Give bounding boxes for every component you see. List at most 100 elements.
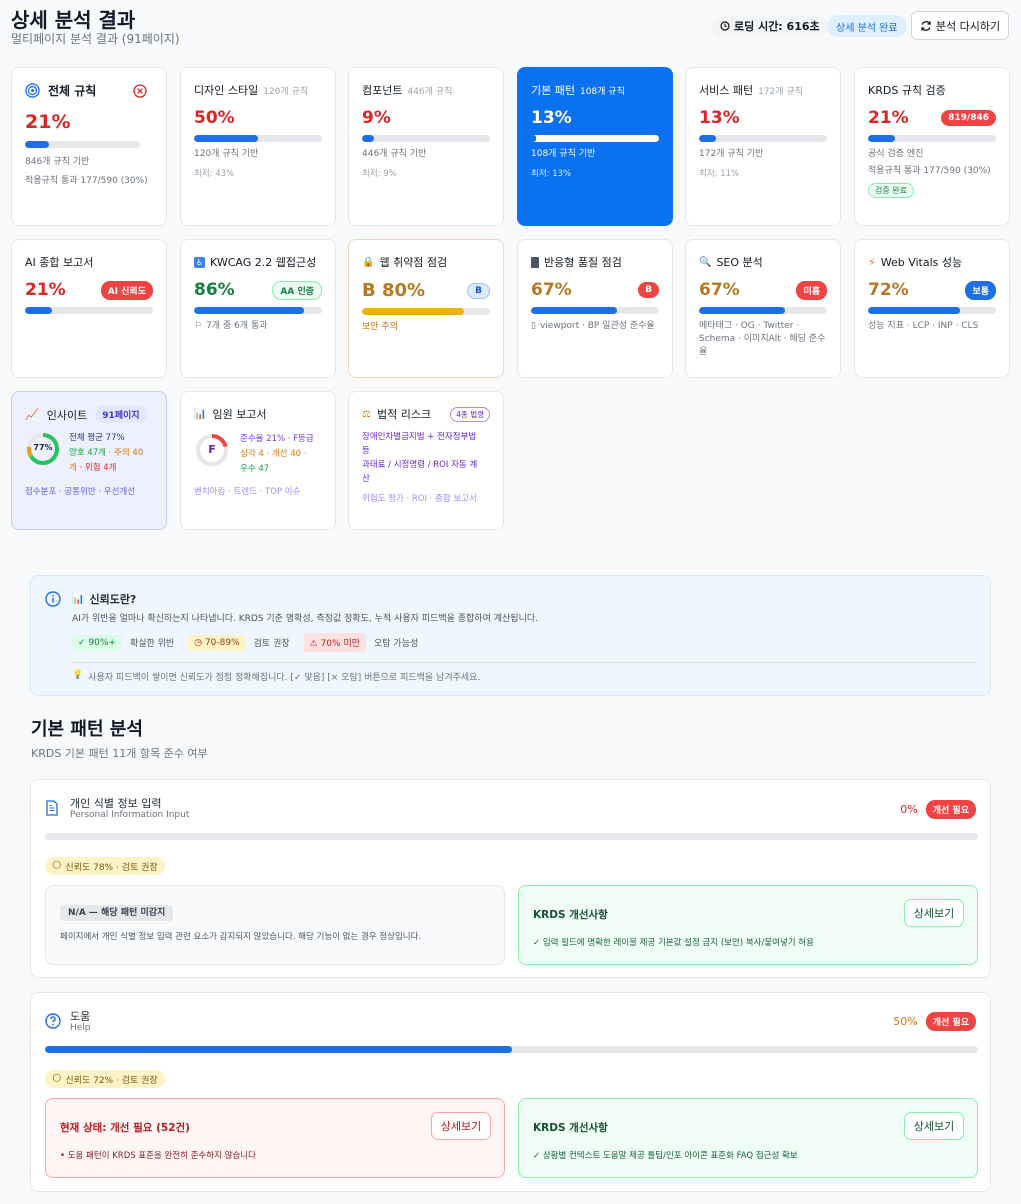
legal-line-1: 장애인차별금지법 + 전자정부법: [362, 432, 477, 442]
aa-badge: AA 인증: [272, 280, 322, 300]
card-title: 임원 보고서: [212, 408, 267, 421]
card-sub: 메타태그 · OG · Twitter · Schema · 이미지Alt · …: [699, 321, 826, 357]
card-percent: 21%: [25, 280, 66, 300]
krds-items: ✓ 입력 필드에 명확한 레이블 제공 기본값 설정 금지 (보안) 복사/붙여…: [533, 938, 814, 948]
card-meta: 최저: 13%: [531, 169, 572, 179]
card-web-vitals[interactable]: ⚡ Web Vitals 성능 72% 보통 성능 지표 · LCP · INP …: [854, 239, 1010, 378]
na-label: N/A — 해당 패턴 미감지: [60, 905, 174, 921]
current-status-box: 현재 상태: 개선 필요 (52건) • 도움 패턴이 KRDS 표준을 완전히…: [45, 1098, 505, 1178]
card-legal-risk[interactable]: ⚖ 법적 리스크 4종 법령 장애인차별금지법 + 전자정부법 등 과태료 / 시…: [348, 391, 504, 530]
na-box: N/A — 해당 패턴 미감지 페이지에서 개인 식별 정보 입력 관련 요소가…: [45, 885, 505, 965]
card-title: 컴포넌트: [362, 84, 403, 97]
detail-button[interactable]: 상세보기: [904, 1112, 964, 1140]
card-title: AI 종합 보고서: [25, 256, 94, 269]
reanalyze-button[interactable]: 분석 다시하기: [911, 11, 1009, 40]
card-count: 446개 규칙: [407, 86, 453, 97]
page-subtitle: 멀티페이지 분석 결과 (91페이지): [11, 32, 180, 46]
help-icon: [45, 1013, 61, 1029]
insight-good: 양호 47개: [69, 448, 106, 458]
accessibility-icon: ♿: [194, 256, 205, 268]
legend-mid: ◷ 70-89%: [188, 634, 246, 651]
progress-bar: [868, 307, 996, 314]
legal-line-2: 등: [362, 446, 370, 456]
card-percent: 13%: [531, 108, 572, 128]
card-insight[interactable]: 📈 인사이트 91페이지 77% 전체 평균 77% 양호 47개 · 주의 4…: [11, 391, 167, 530]
improve-badge: 개선 필요: [925, 1012, 976, 1031]
card-title: KWCAG 2.2 웹접근성: [210, 256, 317, 269]
insight-warn-unit: 개: [69, 463, 77, 473]
insight-danger: · 위험 4개: [76, 463, 117, 473]
pattern-percent: 50%: [893, 1015, 918, 1028]
card-footer: 점수분포 · 공통위반 · 우선개선: [25, 487, 136, 497]
detail-button[interactable]: 상세보기: [431, 1112, 491, 1140]
card-percent: 21%: [868, 108, 909, 128]
close-circle-icon[interactable]: [133, 83, 147, 98]
card-percent: B 80%: [362, 280, 426, 301]
card-percent: 67%: [699, 280, 740, 300]
divider: [72, 662, 977, 663]
insight-average: 전체 평균 77%: [69, 433, 125, 443]
card-web-vulnerability[interactable]: 🔒 웹 취약점 점검 B 80% B 보안 주의: [348, 239, 504, 378]
search-icon: 🔍: [699, 256, 712, 268]
card-title: 웹 취약점 점검: [379, 256, 448, 269]
progress-bar: [531, 307, 659, 314]
vitals-badge: 보통: [965, 280, 996, 300]
card-service-pattern[interactable]: 서비스 패턴 172개 규칙 13% 172개 규칙 기반 최저: 11%: [685, 67, 841, 226]
pattern-card-personal-info: 개인 식별 정보 입력 Personal Information Input 0…: [30, 779, 991, 978]
card-seo[interactable]: 🔍 SEO 분석 67% 미흡 메타태그 · OG · Twitter · Sch…: [685, 239, 841, 378]
card-sub: 7개 중 6개 통과: [206, 321, 268, 331]
progress-bar: [194, 307, 322, 314]
insight-warn: · 주의 40: [105, 448, 144, 458]
card-responsive[interactable]: 반응형 품질 점검 67% B ▯ viewport · BP 일관성 준수율: [517, 239, 673, 378]
pages-badge: 91페이지: [95, 406, 147, 423]
loading-time-pill: 로딩 시간: 616초: [712, 15, 828, 37]
card-percent: 50%: [194, 108, 235, 128]
card-title: Web Vitals 성능: [880, 256, 963, 269]
card-title: 인사이트: [46, 408, 88, 422]
card-title: 서비스 패턴: [699, 84, 754, 97]
legend-mid-label: 70-89%: [204, 637, 240, 648]
card-footer: 위험도 평가 · ROI · 종합 보고서: [362, 494, 477, 504]
grade-badge: B: [467, 282, 490, 299]
card-krds-validation[interactable]: KRDS 규칙 검증 21% 819/846 공식 검증 엔진 적용규칙 통과 …: [854, 67, 1010, 226]
card-overall-rules[interactable]: 전체 규칙 21% 846개 규칙 기반 적용규칙 통과 177/590 (30…: [11, 67, 167, 226]
card-design-style[interactable]: 디자인 스타일 120개 규칙 50% 120개 규칙 기반 최저: 43%: [180, 67, 336, 226]
krds-title: KRDS 개선사항: [533, 909, 608, 921]
krds-title: KRDS 개선사항: [533, 1122, 608, 1134]
grade-ring: F: [194, 432, 230, 468]
card-count: 120개 규칙: [263, 86, 309, 97]
confidence-info-box: 📊 신뢰도란? AI가 위반을 얼마나 확신하는지 나타냅니다. KRDS 기준 …: [30, 575, 991, 696]
status-item: • 도움 패턴이 KRDS 표준을 완전히 준수하지 않습니다: [60, 1151, 256, 1161]
grade-badge: B: [638, 282, 659, 298]
card-kwcag[interactable]: ♿ KWCAG 2.2 웹접근성 86% AA 인증 ⚐ 7개 중 6개 통과: [180, 239, 336, 378]
page-title: 상세 분석 결과: [11, 8, 136, 32]
confidence-text: 신뢰도 72% · 검토 권장: [65, 1075, 158, 1086]
progress-bar: [362, 135, 490, 142]
card-sub: 120개 규칙 기반: [194, 149, 259, 159]
score-ring: 77%: [25, 431, 61, 467]
na-description: 페이지에서 개인 식별 정보 입력 관련 요소가 감지되지 않았습니다. 해당 …: [60, 932, 422, 942]
card-meta: 적용규칙 통과 177/590 (30%): [868, 166, 991, 176]
moon-icon: 🌕: [52, 1074, 62, 1084]
confidence-text: 신뢰도 78% · 검토 권장: [65, 862, 158, 873]
lightbulb-icon: 💡: [72, 670, 84, 680]
grade-label: F: [208, 443, 216, 456]
card-component[interactable]: 컴포넌트 446개 규칙 9% 446개 규칙 기반 최저: 9%: [348, 67, 504, 226]
pattern-percent: 0%: [900, 803, 918, 816]
card-sub: 공식 검증 엔진: [868, 149, 924, 159]
card-sub: 성능 지표 · LCP · INP · CLS: [868, 321, 979, 331]
bar-chart-icon: 📊: [72, 593, 85, 605]
krds-items-text: 입력 필드에 명확한 레이블 제공 기본값 설정 금지 (보안) 복사/붙여넣기…: [542, 938, 814, 948]
card-title: 법적 리스크: [376, 408, 432, 421]
card-sub: 보안 주의: [362, 322, 398, 332]
exec-compliance: 준수율 21% · F등급: [240, 434, 314, 444]
trend-chart-icon: 📈: [25, 408, 39, 421]
card-footer: 벤치마킹 · 트렌드 · TOP 이슈: [194, 487, 301, 497]
card-ai-report[interactable]: AI 종합 보고서 21% AI 신뢰도: [11, 239, 167, 378]
status-title: 현재 상태: 개선 필요 (52건): [60, 1122, 190, 1134]
card-basic-pattern[interactable]: 기본 패턴 108개 규칙 13% 108개 규칙 기반 최저: 13%: [517, 67, 673, 226]
card-executive-report[interactable]: 📊 임원 보고서 F 준수율 21% · F등급 심각 4 · 개선 40 · 우…: [180, 391, 336, 530]
legal-line-3: 과태료 / 시정명령 / ROI 자동 계: [362, 460, 478, 470]
detail-button[interactable]: 상세보기: [904, 899, 964, 927]
mobile-icon: ▯: [531, 321, 536, 331]
